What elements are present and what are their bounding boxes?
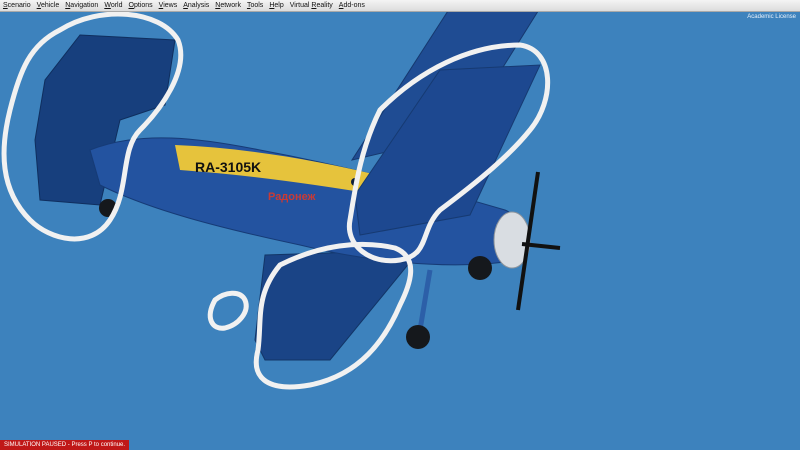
menu-item-add-ons[interactable]: Add-ons	[336, 0, 368, 11]
menu-bar: Scenario Vehicle Navigation World Options Vie…	[0, 0, 800, 12]
menu-item-scenario[interactable]: Scenario	[0, 0, 34, 11]
license-label: Academic License	[747, 14, 796, 20]
menu-item-world[interactable]: World	[101, 0, 125, 11]
menu-item-views[interactable]: Views	[156, 0, 181, 11]
menu-item-network[interactable]: Network	[212, 0, 244, 11]
main-wheel	[406, 325, 430, 349]
main-wheel	[468, 256, 492, 280]
menu-item-vehicle[interactable]: Vehicle	[34, 0, 63, 11]
simulator-viewport[interactable]: RA-3105K Радонеж	[0, 0, 800, 450]
menu-item-tools[interactable]: Tools	[244, 0, 266, 11]
menu-item-help[interactable]: Help	[266, 0, 286, 11]
aircraft-name-text: Радонеж	[268, 191, 316, 203]
scene: RA-3105K Радонеж	[0, 0, 800, 450]
simulation-paused-banner: SIMULATION PAUSED - Press P to continue.	[0, 440, 130, 450]
registration-text: RA-3105K	[195, 159, 261, 175]
menu-item-virtual-reality[interactable]: Virtual Reality	[287, 0, 336, 11]
menu-item-analysis[interactable]: Analysis	[180, 0, 212, 11]
menu-item-options[interactable]: Options	[126, 0, 156, 11]
menu-item-navigation[interactable]: Navigation	[62, 0, 101, 11]
